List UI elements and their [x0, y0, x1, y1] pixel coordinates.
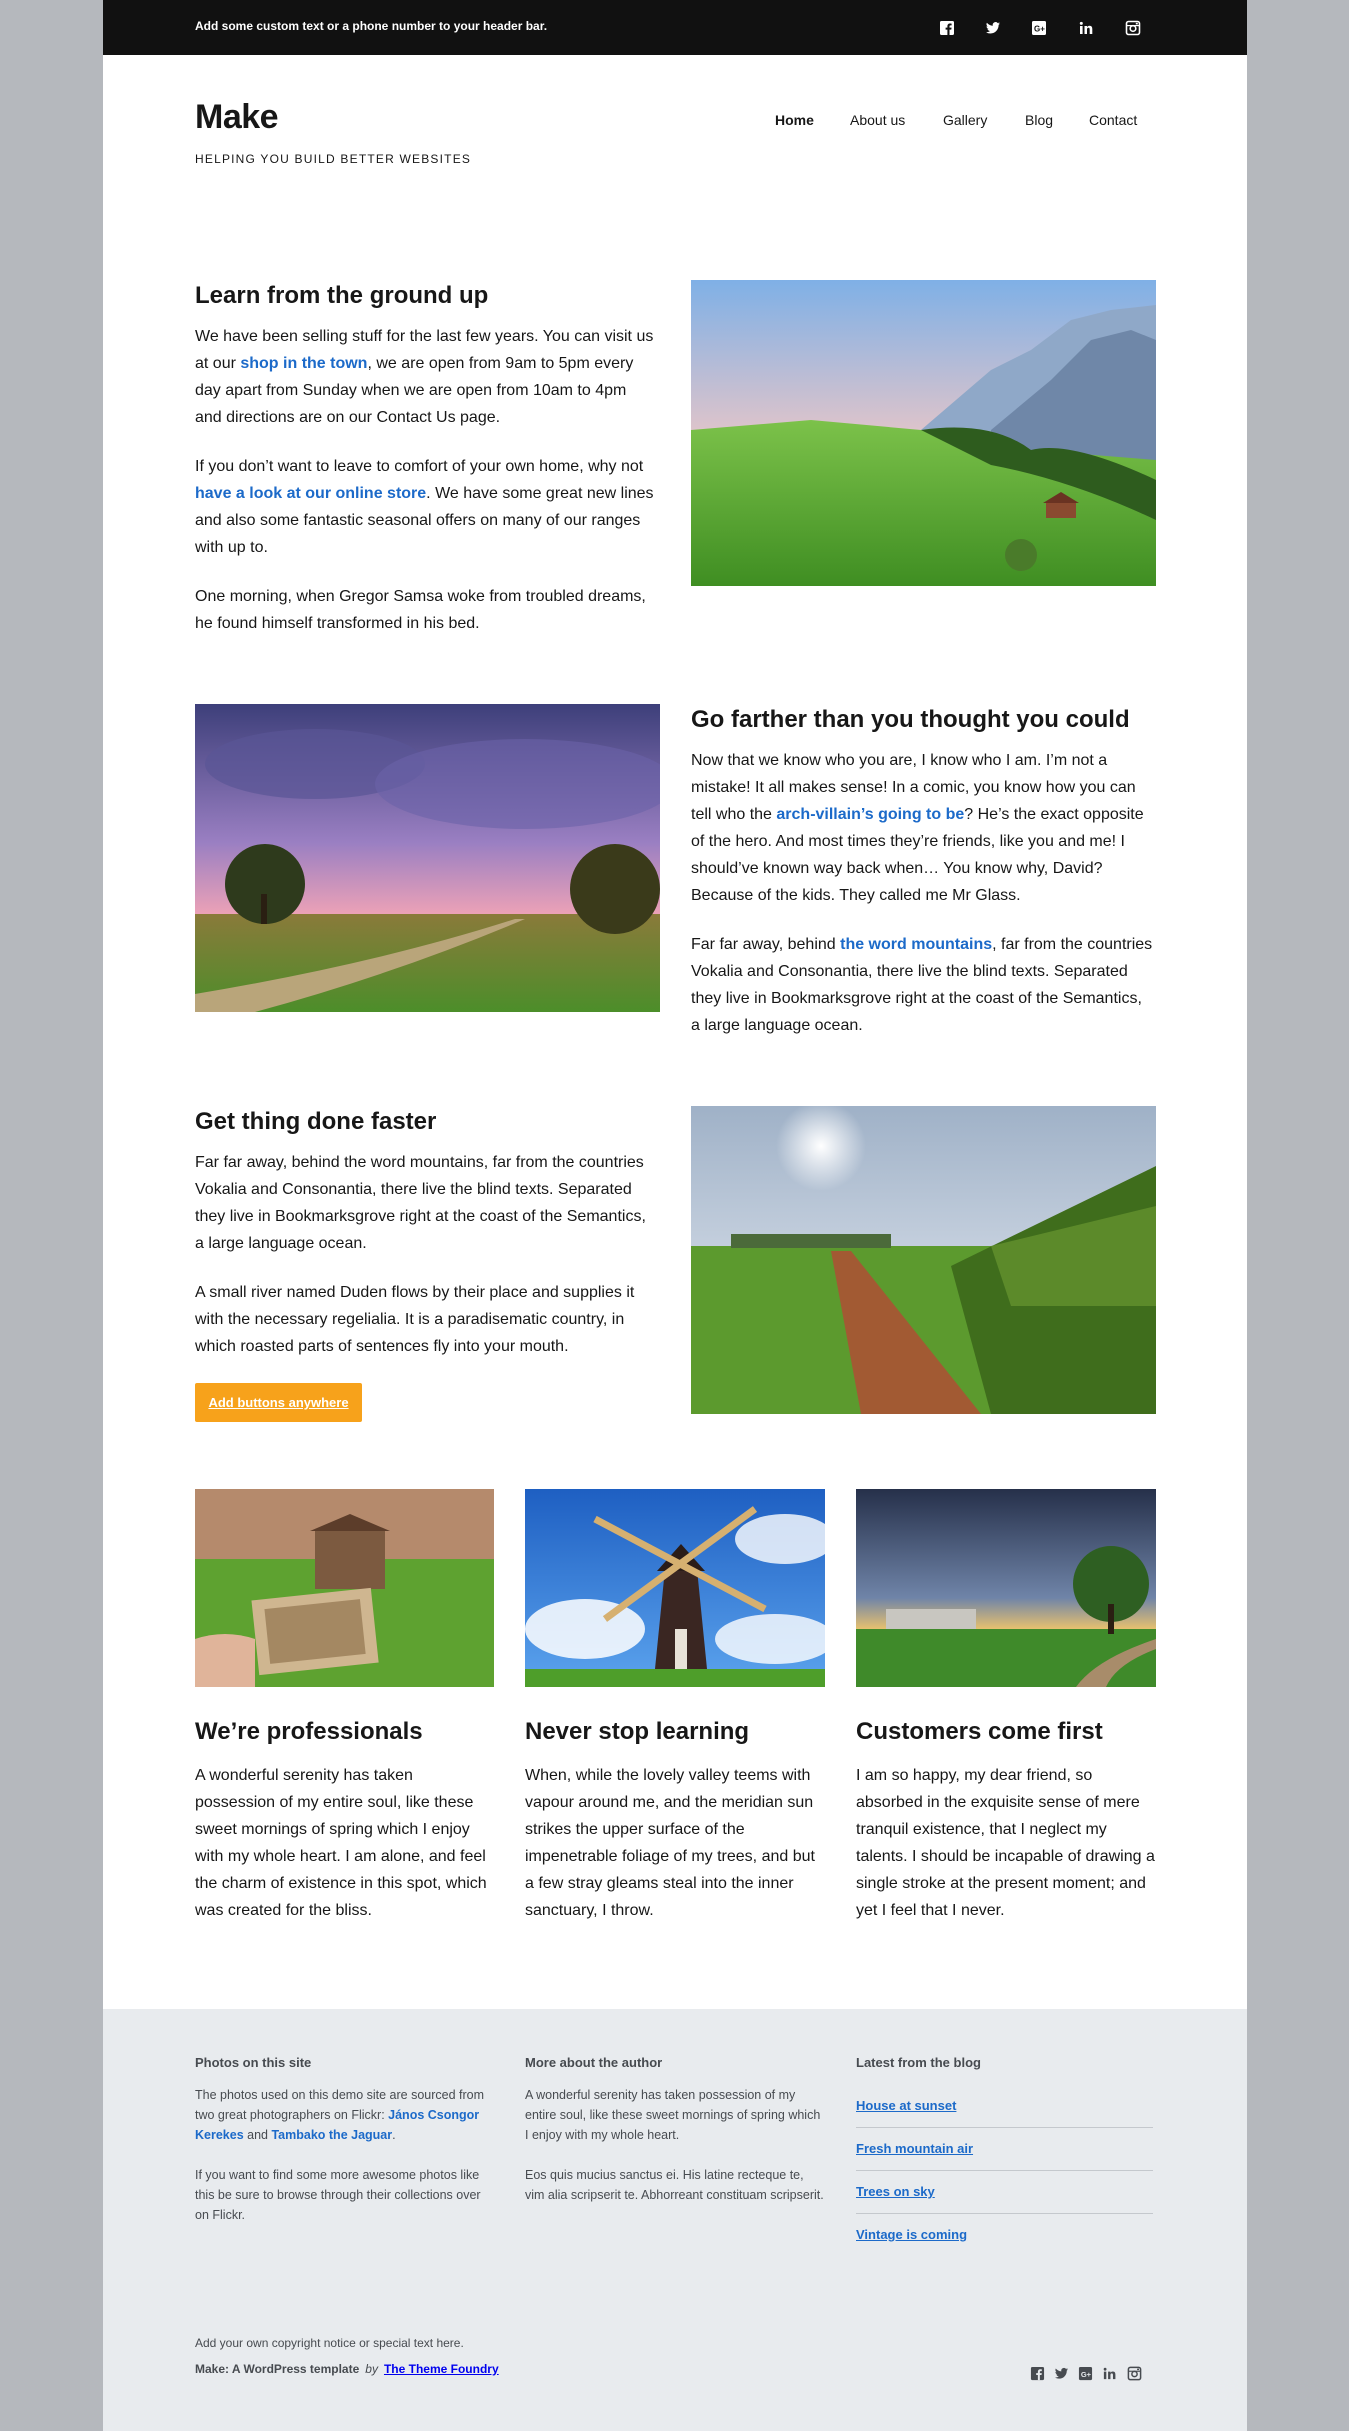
- twitter-icon[interactable]: [983, 18, 1003, 38]
- nav-item-about-us[interactable]: About us: [850, 112, 905, 128]
- mountain-valley-image: [691, 280, 1156, 586]
- footer-blog-heading: Latest from the blog: [856, 2055, 981, 2070]
- column2-heading: Never stop learning: [525, 1718, 750, 1745]
- credit-by: by: [365, 2362, 378, 2376]
- google-plus-icon[interactable]: G+: [1029, 18, 1049, 38]
- footer-facebook-icon[interactable]: [1028, 2364, 1046, 2382]
- footer-instagram-icon[interactable]: [1125, 2364, 1143, 2382]
- nav-item-contact[interactable]: Contact: [1089, 112, 1137, 128]
- footer-author-text-1: A wonderful serenity has taken possessio…: [525, 2088, 821, 2142]
- section3-heading: Get thing done faster: [195, 1108, 437, 1135]
- header-bar: Add some custom text or a phone number t…: [103, 0, 1247, 55]
- site-tagline: HELPING YOU BUILD BETTER WEBSITES: [195, 152, 472, 166]
- footer-photos-text-1: The photos used on this demo site are so…: [195, 2088, 485, 2142]
- footer-twitter-icon[interactable]: [1052, 2364, 1070, 2382]
- section2-paragraph-1: Now that we know who you are, I know who…: [691, 752, 1144, 904]
- windmill-image: [525, 1489, 825, 1687]
- section1-paragraph-2: If you don’t want to leave to comfort of…: [195, 458, 654, 556]
- section2-heading: Go farther than you thought you could: [691, 706, 1130, 733]
- facebook-icon[interactable]: [937, 18, 957, 38]
- nav-item-blog[interactable]: Blog: [1025, 112, 1053, 128]
- cornfield-path-image: [691, 1106, 1156, 1414]
- nav-item-home[interactable]: Home: [775, 112, 814, 128]
- svg-text:G+: G+: [1080, 2369, 1091, 2378]
- footer-linkedin-icon[interactable]: [1100, 2364, 1118, 2382]
- blog-divider: [856, 2127, 1153, 2128]
- sunset-field-image: [195, 704, 660, 1012]
- section3-paragraph-1: Far far away, behind the word mountains,…: [195, 1154, 646, 1252]
- old-photo-hand-image: [195, 1489, 494, 1687]
- svg-text:G+: G+: [1034, 25, 1045, 34]
- footer-photos-heading: Photos on this site: [195, 2055, 312, 2070]
- section3-paragraph-2: A small river named Duden flows by their…: [195, 1284, 635, 1355]
- online-store-link[interactable]: have a look at our online store: [195, 485, 426, 502]
- header-bar-text: Add some custom text or a phone number t…: [195, 19, 548, 33]
- blog-post-link[interactable]: Fresh mountain air: [856, 2141, 1153, 2156]
- nav-item-gallery[interactable]: Gallery: [943, 112, 987, 128]
- blog-divider: [856, 2170, 1153, 2171]
- add-buttons-anywhere-button[interactable]: Add buttons anywhere: [195, 1383, 362, 1422]
- theme-credit: Make: A WordPress template by The Theme Fo…: [195, 2362, 499, 2376]
- column3-text: I am so happy, my dear friend, so absorb…: [856, 1767, 1155, 1919]
- section1-paragraph-1: We have been selling stuff for the last …: [195, 328, 654, 426]
- stormy-field-image: [856, 1489, 1156, 1687]
- blog-post-link[interactable]: Trees on sky: [856, 2184, 1153, 2199]
- arch-villain-link[interactable]: arch-villain’s going to be: [776, 806, 964, 823]
- blog-post-link[interactable]: Vintage is coming: [856, 2227, 1153, 2242]
- section2-paragraph-2: Far far away, behind the word mountains,…: [691, 936, 1153, 1034]
- linkedin-icon[interactable]: [1076, 18, 1096, 38]
- footer-author-text-2: Eos quis mucius sanctus ei. His latine r…: [525, 2168, 824, 2202]
- footer-author-heading: More about the author: [525, 2055, 663, 2070]
- column1-text: A wonderful serenity has taken possessio…: [195, 1767, 487, 1919]
- section1-heading: Learn from the ground up: [195, 282, 489, 309]
- blog-divider: [856, 2213, 1153, 2214]
- copyright-notice: Add your own copyright notice or special…: [195, 2336, 464, 2350]
- footer-photos-text-2: If you want to find some more awesome ph…: [195, 2168, 481, 2222]
- page: Add some custom text or a phone number t…: [103, 0, 1247, 2431]
- credit-text: Make: A WordPress template: [195, 2362, 360, 2376]
- section1-paragraph-3: One morning, when Gregor Samsa woke from…: [195, 588, 646, 632]
- footer-google-plus-icon[interactable]: G+: [1076, 2364, 1094, 2382]
- site-title[interactable]: Make: [195, 98, 279, 137]
- word-mountains-link[interactable]: the word mountains: [840, 936, 992, 953]
- instagram-icon[interactable]: [1123, 18, 1143, 38]
- column3-heading: Customers come first: [856, 1718, 1103, 1745]
- shop-in-town-link[interactable]: shop in the town: [240, 355, 367, 372]
- photographer-tambako-link[interactable]: Tambako the Jaguar: [271, 2128, 392, 2142]
- theme-foundry-link[interactable]: The Theme Foundry: [384, 2362, 499, 2376]
- column1-heading: We’re professionals: [195, 1718, 423, 1745]
- blog-post-link[interactable]: House at sunset: [856, 2098, 1153, 2113]
- column2-text: When, while the lovely valley teems with…: [525, 1767, 815, 1919]
